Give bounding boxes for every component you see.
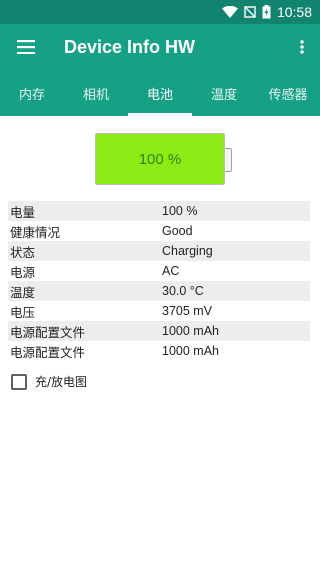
table-row: 温度 30.0 °C (8, 281, 310, 301)
row-value: 30.0 °C (160, 281, 310, 301)
row-value: 1000 mAh (160, 321, 310, 341)
row-value: AC (162, 264, 180, 278)
battery-info-table: 电量 100 % 健康情况 Good 状态 Charging 电源 AC 温度 30.0 … (8, 201, 310, 361)
table-row: 状态 Charging (8, 241, 310, 261)
status-bar: 10:58 (0, 0, 320, 24)
row-label: 电压 (10, 304, 36, 320)
row-value: 1000 mAh (162, 344, 219, 358)
tab-camera[interactable]: 相机 (64, 70, 128, 116)
table-row: 电源 AC (8, 261, 310, 281)
charge-graph-checkbox[interactable] (11, 373, 27, 390)
battery-level-text: 100 % (138, 150, 182, 168)
tab-sensors[interactable]: 传感器 (256, 70, 320, 116)
battery-panel: 100 % 电量 100 % 健康情况 Good 状态 Charging 电源 AC 温… (8, 116, 312, 568)
table-row: 电源配置文件 1000 mAh (8, 321, 310, 341)
row-value: 3705 mV (162, 304, 213, 318)
row-label: 电源 (10, 264, 36, 280)
row-value: Charging (160, 241, 310, 261)
signal-off-icon (244, 6, 256, 18)
status-time: 10:58 (276, 4, 312, 20)
charge-graph-toggle[interactable]: 充/放电图 (11, 373, 312, 390)
row-label: 温度 (8, 281, 160, 301)
row-label: 电源配置文件 (8, 321, 160, 341)
app-bar: Device Info HW (0, 24, 320, 70)
wifi-icon (221, 5, 238, 19)
table-row: 电量 100 % (8, 201, 310, 221)
tab-bar: 内存 相机 电池 温度 传感器 (0, 70, 320, 116)
tab-memory[interactable]: 内存 (0, 70, 64, 116)
row-label: 电源配置文件 (10, 344, 86, 360)
app-title: Device Info HW (64, 36, 196, 57)
table-row: 电压 3705 mV (8, 301, 310, 321)
row-value: Good (162, 224, 193, 238)
battery-charging-icon (262, 5, 271, 19)
table-row: 健康情况 Good (8, 221, 310, 241)
table-row: 电源配置文件 1000 mAh (8, 341, 310, 361)
row-label: 状态 (8, 241, 160, 261)
charge-graph-label: 充/放电图 (35, 375, 88, 389)
row-label: 电量 (8, 201, 160, 221)
battery-graphic: 100 % (95, 133, 232, 185)
menu-icon[interactable] (14, 24, 38, 70)
more-vert-icon[interactable] (294, 24, 310, 70)
row-label: 健康情况 (10, 224, 61, 240)
tab-battery[interactable]: 电池 (128, 70, 192, 116)
row-value: 100 % (160, 201, 310, 221)
battery-terminal (225, 148, 232, 172)
tab-temperature[interactable]: 温度 (192, 70, 256, 116)
